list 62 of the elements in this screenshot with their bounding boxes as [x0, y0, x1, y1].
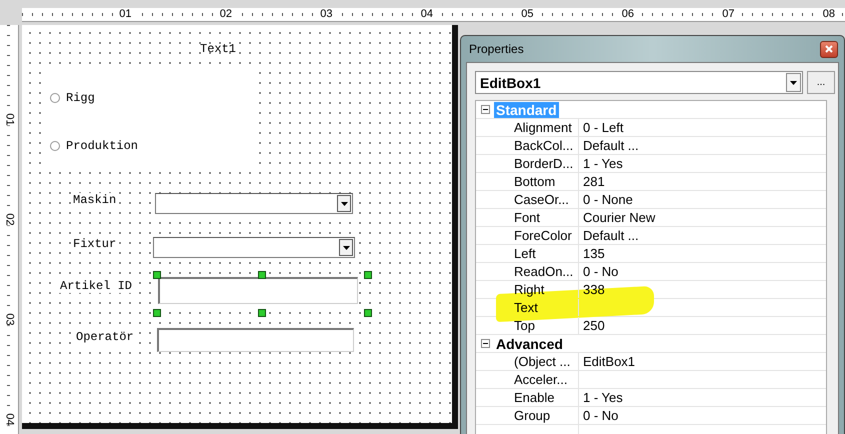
property-value[interactable]: 1 - Yes — [583, 390, 623, 405]
property-value[interactable]: 0 - No — [583, 264, 618, 279]
property-value[interactable]: 1 - Yes — [583, 156, 623, 171]
property-name[interactable]: ReadOn... — [476, 263, 579, 280]
field-label: Artikel ID — [59, 279, 134, 293]
property-name[interactable]: Alignment — [476, 119, 579, 136]
property-name[interactable]: CaseOr... — [476, 191, 579, 208]
property-value[interactable]: 135 — [583, 246, 605, 261]
property-value[interactable]: Default ... — [583, 228, 639, 243]
text-field[interactable] — [158, 277, 358, 304]
field-label: Operatör — [75, 330, 135, 344]
property-name[interactable]: Group — [476, 407, 579, 424]
property-value[interactable]: Default ... — [583, 138, 639, 153]
dropdown-field[interactable] — [155, 193, 353, 214]
dropdown-button[interactable] — [337, 195, 351, 212]
property-name[interactable]: Left — [476, 245, 579, 262]
property-value[interactable]: 0 - No — [583, 408, 618, 423]
property-name[interactable]: Bottom — [476, 173, 579, 190]
ruler-label: 02 — [4, 213, 14, 226]
property-name[interactable]: ForeColor — [476, 227, 579, 244]
resize-handle[interactable] — [258, 271, 266, 279]
resize-handle[interactable] — [364, 271, 372, 279]
property-value[interactable]: 0 - Left — [583, 120, 624, 135]
radio-option[interactable]: Rigg — [50, 91, 95, 105]
category-header[interactable]: Advanced — [494, 336, 565, 352]
resize-handle[interactable] — [153, 309, 161, 317]
property-name[interactable]: Text — [476, 299, 579, 316]
collapse-icon[interactable] — [480, 105, 490, 114]
ruler-label: 03 — [4, 313, 14, 326]
text-field[interactable] — [157, 328, 354, 352]
property-name[interactable]: Font — [476, 209, 579, 226]
browse-button[interactable]: ... — [807, 71, 835, 94]
resize-handle[interactable] — [153, 271, 161, 279]
field-label: Maskin — [72, 193, 118, 207]
property-value[interactable]: 250 — [583, 318, 605, 333]
property-value[interactable]: Courier New — [583, 210, 656, 225]
property-value[interactable]: EditBox1 — [583, 354, 636, 369]
caret-icon — [790, 80, 797, 84]
ruler-label: 01 — [4, 113, 14, 126]
ruler-label: 04 — [4, 413, 14, 426]
property-name[interactable]: Enable — [476, 389, 579, 406]
close-icon — [825, 45, 833, 53]
form-label: Text1 — [200, 42, 236, 56]
radio-option[interactable]: Produktion — [50, 139, 138, 153]
caret-icon — [340, 202, 348, 206]
dropdown-button[interactable] — [339, 239, 353, 256]
resize-handle[interactable] — [258, 309, 266, 317]
dropdown-field[interactable] — [153, 237, 355, 258]
property-name[interactable]: BackCol... — [476, 137, 579, 154]
dropdown-button[interactable] — [786, 73, 801, 92]
property-name[interactable]: Acceler... — [476, 371, 579, 388]
property-value[interactable]: 281 — [583, 174, 605, 189]
property-name[interactable]: Top — [476, 317, 579, 334]
close-button[interactable] — [820, 40, 838, 58]
object-dropdown[interactable]: EditBox1 — [475, 71, 803, 94]
property-name[interactable]: (Object ... — [476, 353, 579, 370]
collapse-icon[interactable] — [480, 339, 490, 348]
caret-icon — [342, 246, 350, 250]
resize-handle[interactable] — [364, 309, 372, 317]
window-title: Properties — [469, 42, 524, 56]
property-name[interactable]: BorderD... — [476, 155, 579, 172]
property-value[interactable]: 0 - None — [583, 192, 633, 207]
